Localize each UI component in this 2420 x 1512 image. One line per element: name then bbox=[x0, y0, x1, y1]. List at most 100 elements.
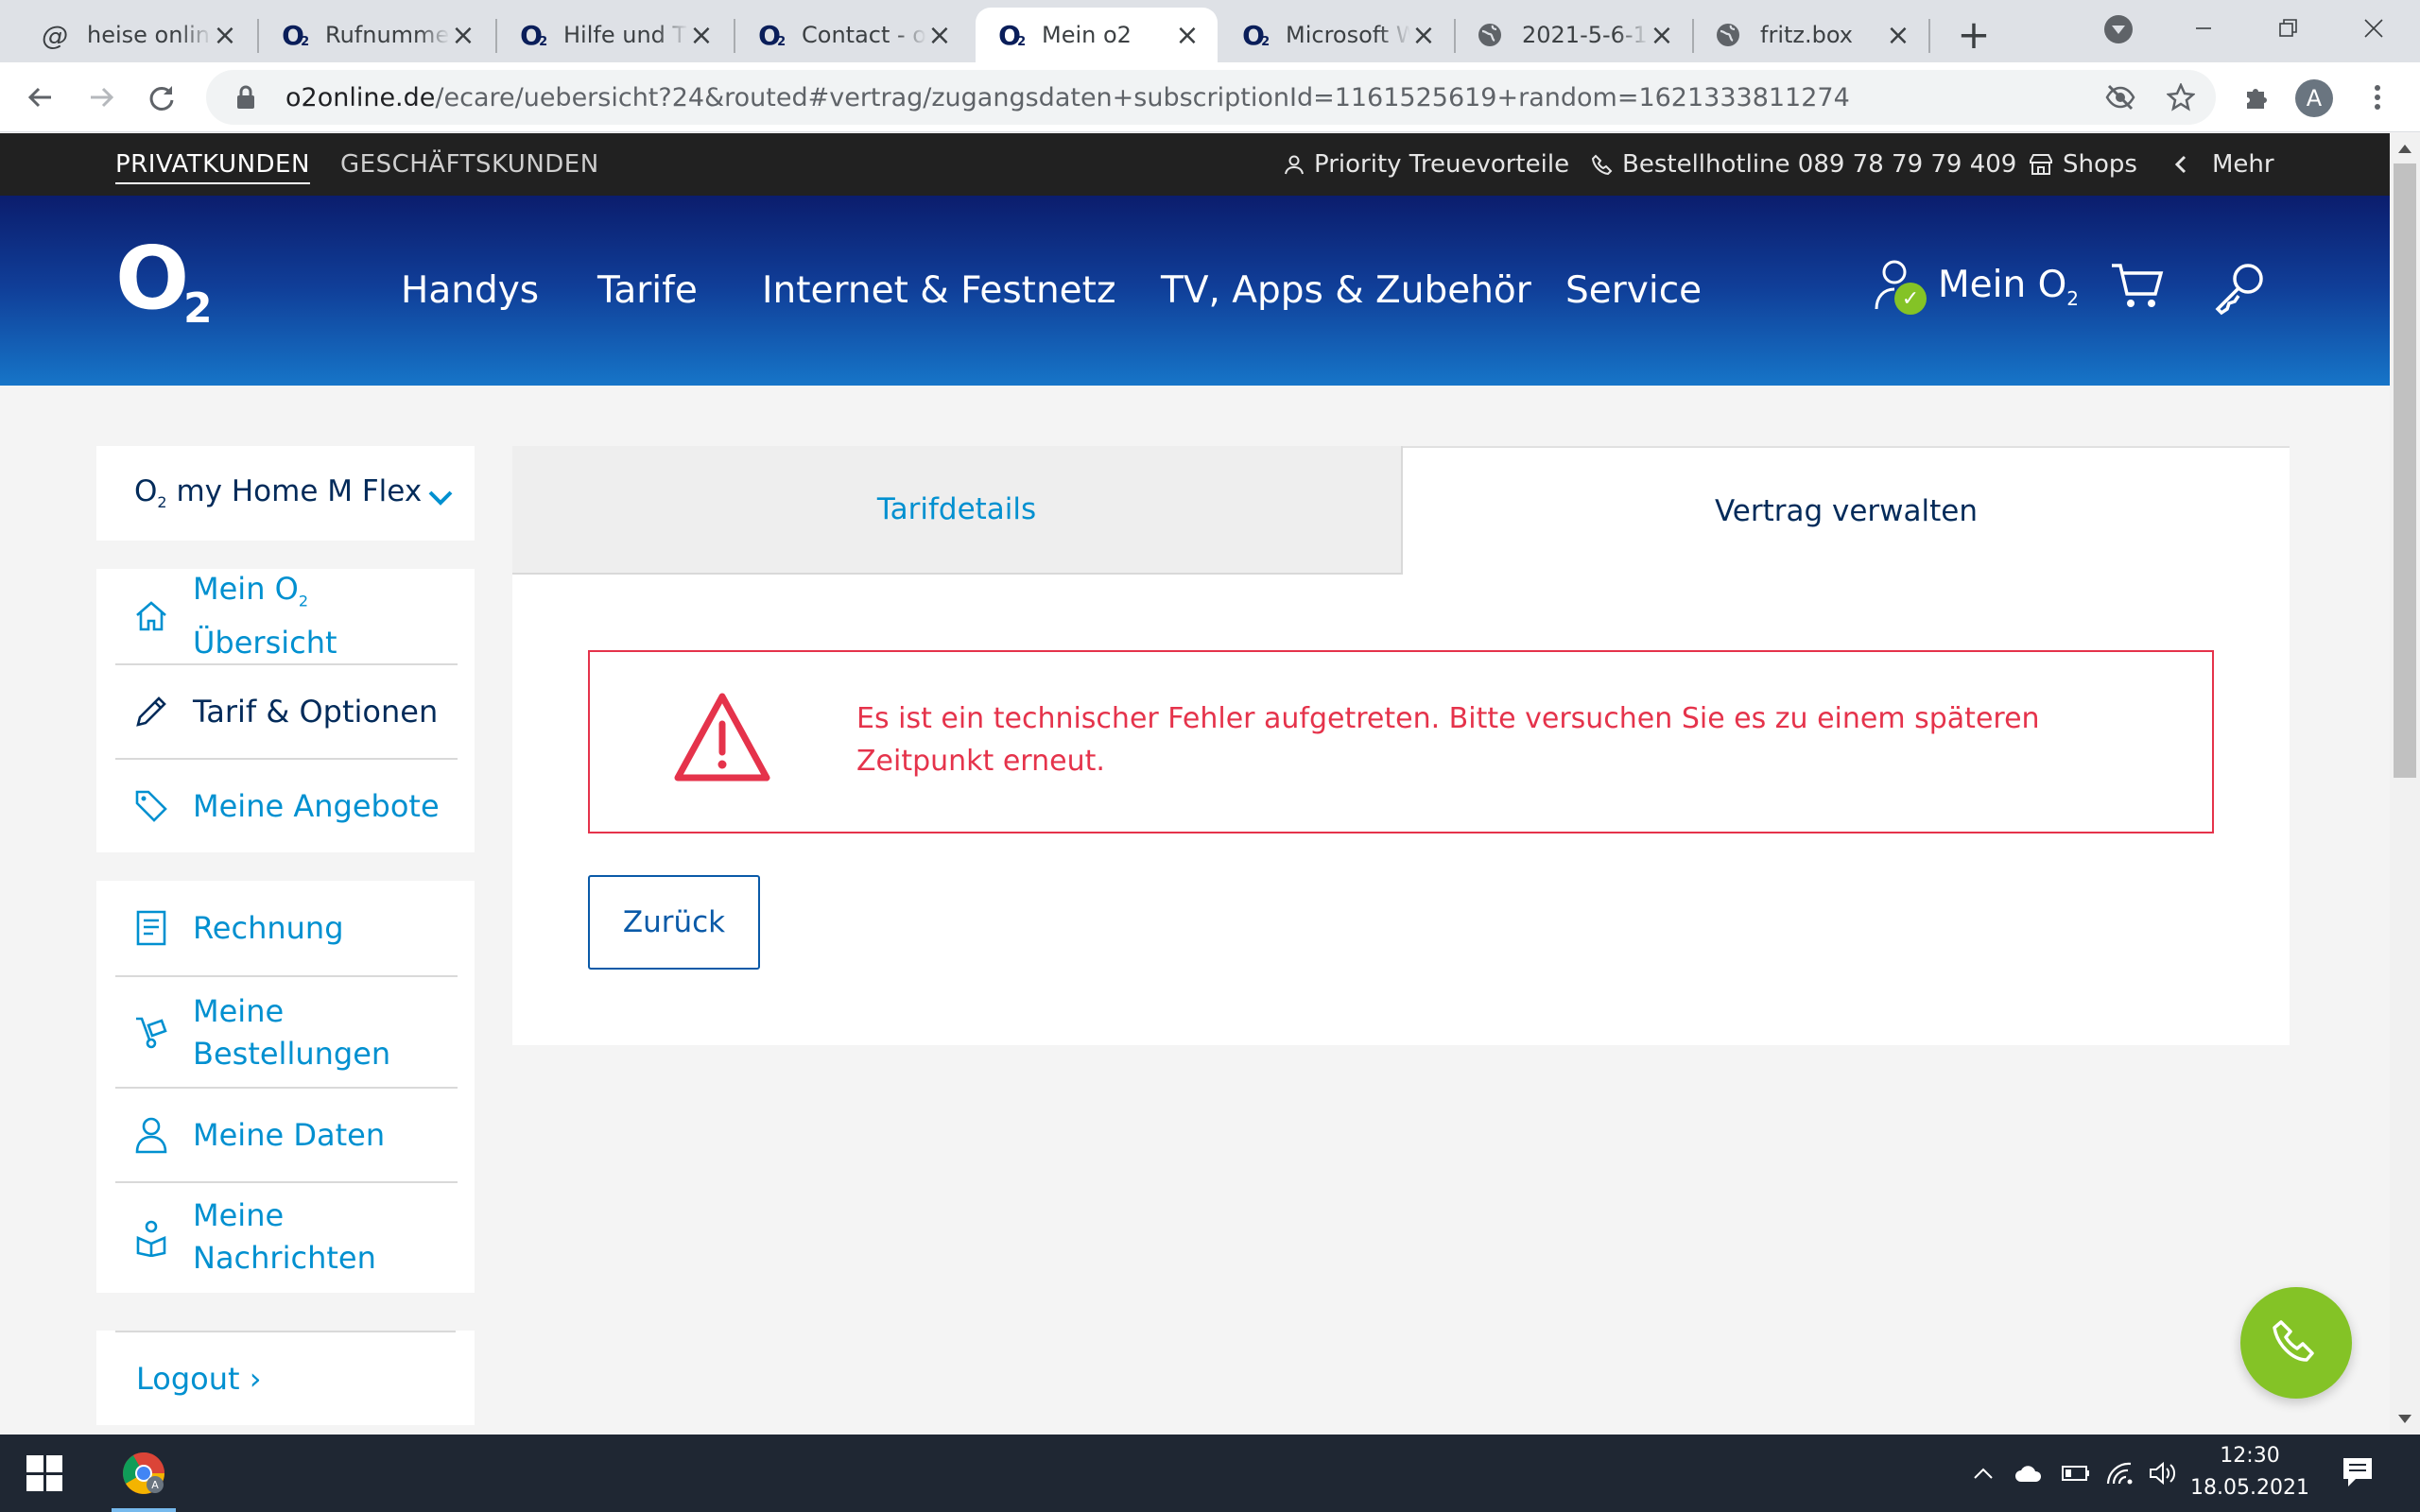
sidebar-item-bestellungen[interactable]: Meine Bestellungen bbox=[115, 977, 458, 1089]
browser-tab[interactable]: @ heise online × bbox=[21, 8, 255, 62]
globe-icon bbox=[1475, 20, 1505, 50]
mein-o2-label: Mein O2 bbox=[1938, 263, 2080, 310]
scroll-up-icon[interactable] bbox=[2398, 145, 2411, 153]
mein-o2-link[interactable]: ✓ Mein O2 bbox=[1874, 258, 2079, 315]
notification-center-icon[interactable] bbox=[2341, 1455, 2375, 1493]
cart-icon[interactable] bbox=[2110, 262, 2165, 315]
windows-start-icon[interactable] bbox=[26, 1455, 62, 1491]
lock-icon[interactable] bbox=[227, 85, 265, 110]
tab-title: Contact - o bbox=[802, 22, 926, 48]
new-tab-button[interactable]: + bbox=[1953, 11, 1995, 58]
call-fab-button[interactable] bbox=[2240, 1287, 2352, 1399]
windows-taskbar: A 12:30 18.05.2021 bbox=[0, 1435, 2420, 1512]
hotline-label: Bestellhotline 089 78 79 79 409 bbox=[1622, 150, 2017, 179]
sidebar-item-label: Meine Daten bbox=[193, 1116, 386, 1153]
sidebar-item-tarif-optionen[interactable]: Tarif & Optionen bbox=[115, 665, 458, 760]
close-icon[interactable]: × bbox=[1174, 19, 1201, 52]
nav-internet-festnetz[interactable]: Internet & Festnetz bbox=[762, 196, 1115, 386]
battery-icon[interactable] bbox=[2057, 1453, 2095, 1493]
bookmark-star-icon[interactable] bbox=[2157, 74, 2204, 121]
nav-handys[interactable]: Handys bbox=[401, 196, 539, 386]
o2-icon: O2 bbox=[1242, 19, 1270, 51]
browser-tab[interactable]: O2 Microsoft W × bbox=[1219, 8, 1454, 62]
shops-label: Shops bbox=[2063, 150, 2137, 179]
tab-tarifdetails[interactable]: Tarifdetails bbox=[512, 446, 1403, 575]
tab-title: Mein o2 bbox=[1042, 22, 1132, 48]
sidebar-item-meine-daten[interactable]: Meine Daten bbox=[115, 1089, 458, 1183]
browser-tab[interactable]: O2 Rufnummer × bbox=[259, 8, 493, 62]
profile-avatar[interactable]: A bbox=[2295, 79, 2333, 117]
contract-select[interactable]: O2 my Home M Flex bbox=[96, 446, 475, 541]
url-text[interactable]: o2online.de/ecare/uebersicht?24&routed#v… bbox=[285, 83, 1850, 112]
sidebar-item-label: Meine Bestellungen bbox=[193, 993, 391, 1072]
privatkunden-link[interactable]: PRIVATKUNDEN bbox=[115, 133, 310, 196]
back-icon[interactable] bbox=[17, 74, 64, 121]
sidebar-item-uebersicht[interactable]: Mein O2 Übersicht bbox=[115, 569, 458, 665]
address-bar[interactable]: o2online.de/ecare/uebersicht?24&routed#v… bbox=[206, 70, 2216, 125]
reload-icon[interactable] bbox=[138, 74, 185, 121]
o2-icon: O2 bbox=[998, 19, 1027, 51]
mehr-label: Mehr bbox=[2212, 150, 2274, 179]
tab-title: heise online bbox=[87, 22, 212, 48]
contract-panel: Tarifdetails Vertrag verwalten Es ist ei… bbox=[512, 446, 2290, 1045]
chrome-taskbar-icon[interactable]: A bbox=[106, 1435, 182, 1512]
back-button[interactable]: Zurück bbox=[588, 875, 760, 970]
close-icon[interactable]: × bbox=[1885, 19, 1911, 52]
wifi-icon[interactable] bbox=[2100, 1453, 2138, 1493]
close-icon[interactable]: × bbox=[688, 19, 715, 52]
extensions-puzzle-icon[interactable] bbox=[2233, 74, 2280, 121]
error-message: Es ist ein technischer Fehler aufgetrete… bbox=[856, 702, 2040, 778]
geschaeftskunden-link[interactable]: GESCHÄFTSKUNDEN bbox=[340, 133, 599, 196]
close-icon[interactable]: × bbox=[1649, 19, 1675, 52]
nav-service[interactable]: Service bbox=[1565, 196, 1702, 386]
browser-tab-active[interactable]: O2 Mein o2 × bbox=[976, 8, 1218, 62]
tracking-eye-off-icon[interactable] bbox=[2097, 74, 2144, 121]
user-check-icon: ✓ bbox=[1874, 258, 1927, 315]
onedrive-cloud-icon[interactable] bbox=[2008, 1453, 2049, 1493]
restore-icon[interactable] bbox=[2246, 8, 2331, 49]
browser-tab[interactable]: O2 Contact - o × bbox=[735, 8, 970, 62]
sidebar-item-nachrichten[interactable]: Meine Nachrichten bbox=[115, 1183, 458, 1293]
logout-link[interactable]: Logout › bbox=[96, 1331, 475, 1425]
o2-icon: O2 bbox=[520, 19, 548, 51]
tray-chevron-up-icon[interactable] bbox=[1966, 1453, 2000, 1493]
page-scrollbar[interactable] bbox=[2390, 133, 2420, 1435]
browser-tab[interactable]: O2 Hilfe und Ti × bbox=[497, 8, 732, 62]
scrollbar-thumb[interactable] bbox=[2394, 163, 2416, 778]
tab-title: fritz.box bbox=[1760, 22, 1854, 48]
search-icon[interactable] bbox=[2212, 260, 2269, 320]
nav-tarife[interactable]: Tarife bbox=[597, 196, 698, 386]
close-icon[interactable]: × bbox=[926, 19, 953, 52]
priority-person-icon bbox=[1284, 154, 1305, 175]
tab-search-icon[interactable] bbox=[2104, 15, 2133, 43]
shops-link[interactable]: Shops bbox=[2029, 133, 2137, 196]
sidebar-item-rechnung[interactable]: Rechnung bbox=[115, 881, 458, 977]
hotline-link[interactable]: Bestellhotline 089 78 79 79 409 bbox=[1592, 133, 2016, 196]
warning-triangle-icon bbox=[673, 692, 771, 788]
o2-main-nav: O2 Handys Tarife Internet & Festnetz TV,… bbox=[0, 196, 2390, 386]
close-icon[interactable]: × bbox=[1410, 19, 1437, 52]
tab-title: 2021-5-6-1 bbox=[1522, 22, 1648, 48]
window-close-icon[interactable] bbox=[2331, 8, 2416, 49]
tab-title: Hilfe und Ti bbox=[563, 22, 688, 48]
browser-tab[interactable]: fritz.box × bbox=[1694, 8, 1928, 62]
scroll-down-icon[interactable] bbox=[2398, 1415, 2411, 1423]
sidebar-item-label: Tarif & Optionen bbox=[193, 693, 439, 730]
mehr-link[interactable]: Mehr bbox=[2174, 133, 2274, 196]
o2-logo[interactable]: O2 bbox=[115, 235, 213, 330]
sidebar-item-label: Meine Nachrichten bbox=[193, 1197, 376, 1276]
priority-link[interactable]: Priority Treuevorteile bbox=[1284, 133, 1569, 196]
minimize-icon[interactable] bbox=[2161, 8, 2246, 49]
browser-tab[interactable]: 2021-5-6-1 × bbox=[1456, 8, 1692, 62]
forward-icon[interactable] bbox=[78, 74, 125, 121]
close-icon[interactable]: × bbox=[212, 19, 238, 52]
more-menu-icon[interactable] bbox=[2354, 74, 2401, 121]
messages-icon bbox=[132, 1219, 170, 1257]
close-icon[interactable]: × bbox=[450, 19, 476, 52]
tab-vertrag-verwalten[interactable]: Vertrag verwalten bbox=[1403, 446, 2290, 575]
sidebar-item-angebote[interactable]: Meine Angebote bbox=[115, 760, 458, 852]
o2-icon: O2 bbox=[758, 19, 786, 51]
o2-topbar: PRIVATKUNDEN GESCHÄFTSKUNDEN Priority Tr… bbox=[0, 133, 2390, 196]
taskbar-clock[interactable]: 12:30 18.05.2021 bbox=[2174, 1440, 2325, 1504]
nav-tv-apps-zubehoer[interactable]: TV, Apps & Zubehör bbox=[1161, 196, 1531, 386]
